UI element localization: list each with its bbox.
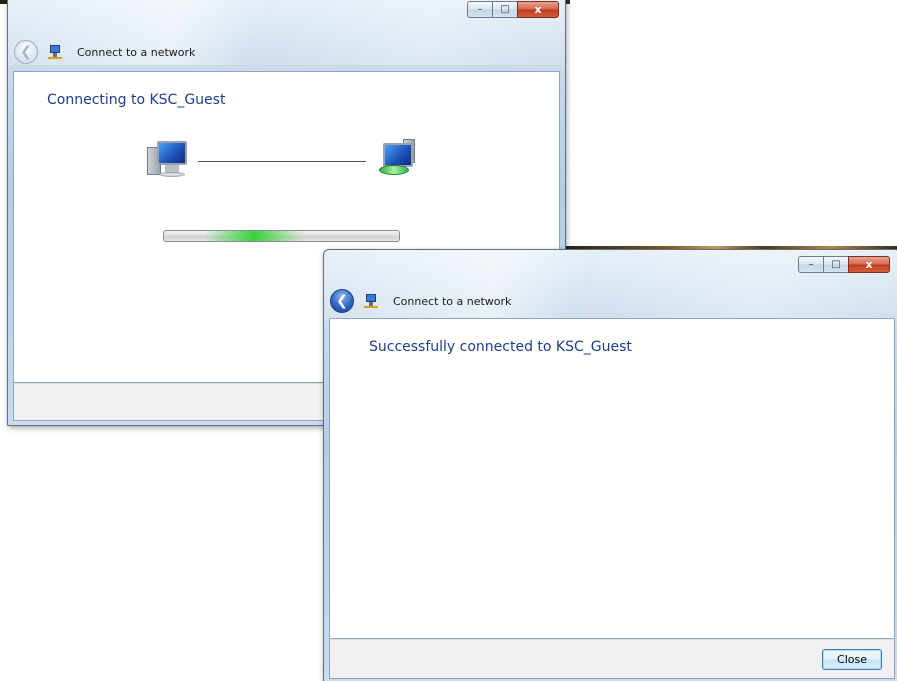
connection-progress-bar (163, 230, 400, 242)
status-heading: Successfully connected to KSC_Guest (369, 339, 632, 355)
minimize-button[interactable]: – (467, 1, 492, 18)
window-title: Connect to a network (77, 45, 196, 59)
back-arrow-icon[interactable]: ❮ (330, 289, 354, 313)
network-icon (47, 44, 63, 60)
maximize-button[interactable]: □ (492, 1, 517, 18)
close-window-button[interactable]: x (848, 256, 890, 273)
computer-icon (147, 141, 191, 181)
caption-buttons: – □ x (467, 1, 559, 18)
caption-buttons: – □ x (798, 256, 890, 273)
minimize-button[interactable]: – (798, 256, 823, 273)
nav-bar: ❮ Connect to a network (14, 40, 195, 64)
progress-marquee (204, 231, 304, 241)
footer-bar: Close (329, 639, 895, 679)
content-area: Successfully connected to KSC_Guest (329, 318, 895, 639)
maximize-button[interactable]: □ (823, 256, 848, 273)
network-computer-icon (377, 139, 421, 179)
connected-window: – □ x ❮ Connect to a network Successfull… (323, 249, 897, 681)
close-window-button[interactable]: x (517, 1, 559, 18)
status-heading: Connecting to KSC_Guest (47, 92, 226, 108)
network-icon (363, 293, 379, 309)
close-button[interactable]: Close (822, 649, 882, 670)
nav-bar: ❮ Connect to a network (330, 289, 511, 313)
connection-line (198, 161, 366, 162)
desktop: – □ x ❮ Connect to a network Connecting … (0, 0, 897, 681)
back-arrow-icon[interactable]: ❮ (14, 40, 38, 64)
window-title: Connect to a network (393, 294, 512, 308)
